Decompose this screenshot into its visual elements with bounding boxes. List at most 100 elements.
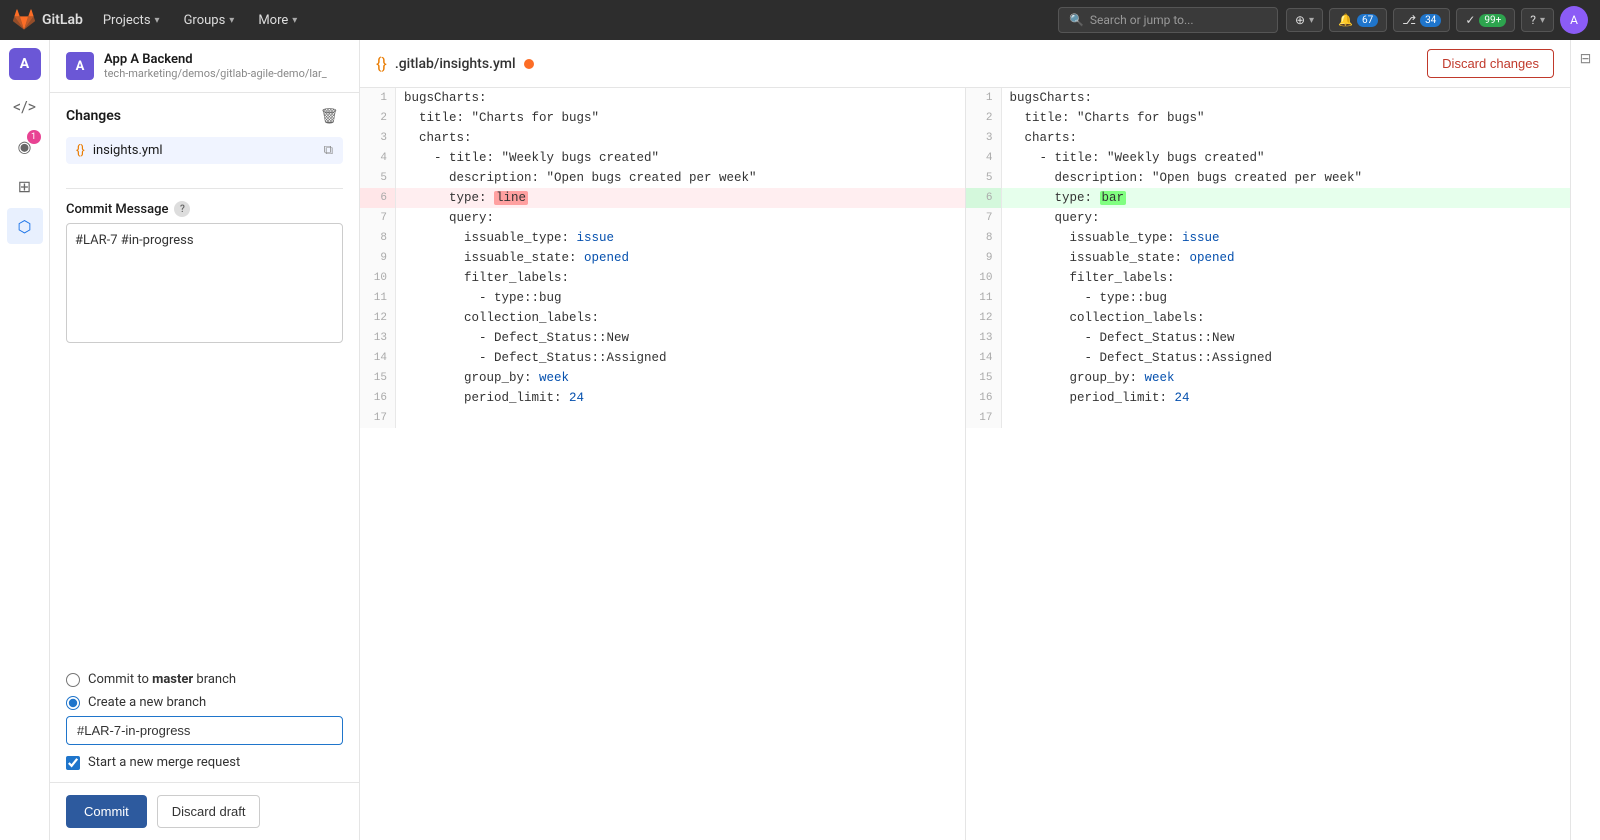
diff-line: 2 title: "Charts for bugs" [360, 108, 965, 128]
diff-line: 10 filter_labels: [360, 268, 965, 288]
search-bar[interactable]: 🔍 Search or jump to... [1058, 7, 1278, 33]
diff-line: 6 type: bar [966, 188, 1571, 208]
diff-line: 7 query: [966, 208, 1571, 228]
sidebar-item-board[interactable]: ⊞ [7, 168, 43, 204]
branch-section: Commit to master branch Create a new bra… [50, 656, 359, 782]
line-content: - type::bug [396, 288, 965, 308]
diff-view-toggle[interactable]: ⊟ [1575, 48, 1597, 70]
diff-line: 12 collection_labels: [966, 308, 1571, 328]
help-icon[interactable]: ? [174, 201, 190, 217]
sidebar-icons: A </> ◉ 1 ⊞ ⬡ [0, 40, 50, 840]
line-number: 9 [966, 248, 1002, 268]
delete-changes-button[interactable]: 🗑 [316, 105, 343, 127]
line-number: 17 [360, 408, 396, 428]
diff-line: 17 [360, 408, 965, 428]
new-branch-radio[interactable] [66, 696, 80, 710]
top-navigation: GitLab Projects ▾ Groups ▾ More ▾ 🔍 Sear… [0, 0, 1600, 40]
sidebar-item-issues[interactable]: ◉ 1 [7, 128, 43, 164]
new-branch-option[interactable]: Create a new branch [66, 695, 343, 710]
diff-line: 5 description: "Open bugs created per we… [360, 168, 965, 188]
line-number: 17 [966, 408, 1002, 428]
diff-line: 6 type: line [360, 188, 965, 208]
diff-line: 14 - Defect_Status::Assigned [360, 348, 965, 368]
merge-request-label: Start a new merge request [88, 755, 240, 770]
line-number: 3 [360, 128, 396, 148]
line-content: group_by: week [1002, 368, 1571, 388]
commit-message-input[interactable]: #LAR-7 #in-progress [66, 223, 343, 343]
file-item-insights[interactable]: {} insights.yml ⧉ [66, 137, 343, 164]
line-number: 15 [360, 368, 396, 388]
commit-to-master-option[interactable]: Commit to master branch [66, 672, 343, 687]
line-content: - Defect_Status::Assigned [1002, 348, 1571, 368]
diff-file-name: .gitlab/insights.yml [395, 56, 516, 72]
project-path: tech-marketing/demos/gitlab-agile-demo/l… [104, 67, 343, 80]
line-number: 1 [966, 88, 1002, 108]
diff-line: 4 - title: "Weekly bugs created" [360, 148, 965, 168]
diff-line: 16 period_limit: 24 [966, 388, 1571, 408]
line-number: 10 [966, 268, 1002, 288]
line-content: group_by: week [396, 368, 965, 388]
line-content: charts: [1002, 128, 1571, 148]
line-content: type: bar [1002, 188, 1571, 208]
more-chevron: ▾ [292, 15, 297, 26]
changes-header: Changes 🗑 [66, 105, 343, 127]
branch-name-input[interactable] [66, 716, 343, 745]
discard-draft-button[interactable]: Discard draft [157, 795, 261, 828]
merge-requests-button[interactable]: ⎇34 [1393, 8, 1450, 32]
commit-button[interactable]: Commit [66, 795, 147, 828]
line-content: query: [396, 208, 965, 228]
line-number: 12 [360, 308, 396, 328]
issues-count: 99+ [1479, 14, 1506, 27]
notifications-button[interactable]: 🔔67 [1329, 8, 1387, 32]
project-avatar-icon[interactable]: A [9, 48, 41, 80]
project-name: App A Backend [104, 52, 343, 67]
sidebar-item-code[interactable]: </> [7, 88, 43, 124]
issues-button[interactable]: ✓99+ [1456, 8, 1515, 32]
create-new-button[interactable]: ⊕▾ [1286, 8, 1323, 32]
master-branch-name: master [152, 672, 193, 687]
line-content: - type::bug [1002, 288, 1571, 308]
help-button[interactable]: ?▾ [1521, 8, 1554, 32]
line-number: 5 [360, 168, 396, 188]
line-content: description: "Open bugs created per week… [1002, 168, 1571, 188]
nav-actions: ⊕▾ 🔔67 ⎇34 ✓99+ ?▾ A [1286, 6, 1588, 34]
merge-request-checkbox[interactable] [66, 756, 80, 770]
line-content: issuable_type: issue [1002, 228, 1571, 248]
diff-line: 14 - Defect_Status::Assigned [966, 348, 1571, 368]
issues-badge: 1 [27, 130, 41, 144]
line-content: description: "Open bugs created per week… [396, 168, 965, 188]
projects-menu[interactable]: Projects ▾ [95, 9, 168, 32]
groups-menu[interactable]: Groups ▾ [176, 9, 243, 32]
line-number: 9 [360, 248, 396, 268]
sidebar-item-pipeline[interactable]: ⬡ [7, 208, 43, 244]
user-avatar[interactable]: A [1560, 6, 1588, 34]
project-small-avatar[interactable]: A [66, 52, 94, 80]
gitlab-logo[interactable]: GitLab [12, 8, 83, 32]
line-number: 8 [966, 228, 1002, 248]
line-number: 5 [966, 168, 1002, 188]
diff-line: 8 issuable_type: issue [966, 228, 1571, 248]
line-content: issuable_state: opened [396, 248, 965, 268]
master-branch-radio[interactable] [66, 673, 80, 687]
diff-line: 15 group_by: week [360, 368, 965, 388]
line-number: 12 [966, 308, 1002, 328]
line-content: - Defect_Status::New [1002, 328, 1571, 348]
diff-line: 10 filter_labels: [966, 268, 1571, 288]
line-number: 16 [966, 388, 1002, 408]
discard-changes-button[interactable]: Discard changes [1427, 49, 1554, 78]
diff-line: 9 issuable_state: opened [360, 248, 965, 268]
diff-content: 1bugsCharts:2 title: "Charts for bugs"3 … [360, 88, 1570, 840]
line-number: 7 [360, 208, 396, 228]
radio-group: Commit to master branch Create a new bra… [66, 672, 343, 710]
diff-line: 11 - type::bug [360, 288, 965, 308]
line-content: filter_labels: [396, 268, 965, 288]
line-content: charts: [396, 128, 965, 148]
line-number: 6 [360, 188, 396, 208]
line-number: 16 [360, 388, 396, 408]
changes-actions: 🗑 [316, 105, 343, 127]
diff-line: 11 - type::bug [966, 288, 1571, 308]
line-content: - title: "Weekly bugs created" [396, 148, 965, 168]
more-menu[interactable]: More ▾ [250, 9, 305, 32]
merge-request-checkbox-label[interactable]: Start a new merge request [66, 755, 343, 770]
line-number: 13 [360, 328, 396, 348]
